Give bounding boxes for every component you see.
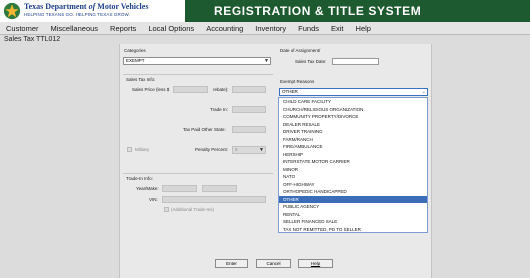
app-header: Texas Department of Motor Vehicles HELPI…	[0, 0, 530, 22]
exempt-reasons-label: Exempt Reasons	[280, 79, 315, 84]
chevron-down-icon: ⌄	[421, 89, 426, 95]
dropdown-option[interactable]: ORTHOPEDIC HANDICAPPED	[279, 188, 427, 196]
penalty-value: 0	[235, 147, 238, 152]
dropdown-option[interactable]: TAX NOT REMITTED, PD TO SELLER	[279, 226, 427, 234]
chevron-down-icon: ▼	[259, 147, 264, 153]
txdmv-logo: Texas Department of Motor Vehicles HELPI…	[0, 0, 186, 22]
dropdown-option[interactable]: HERSHIP	[279, 151, 427, 159]
menu-customer[interactable]: Customer	[0, 24, 45, 33]
screen-title: Sales Tax TTL012	[4, 36, 61, 43]
additional-trade-ins-label: (Additional Trade-Ins)	[171, 207, 215, 212]
menu-help[interactable]: Help	[350, 24, 377, 33]
categories-select[interactable]: EXEMPT ▼	[123, 57, 271, 65]
military-checkbox[interactable]	[127, 147, 132, 152]
sales-price-label: Sales Price (less $	[132, 87, 170, 92]
right-background	[432, 44, 530, 278]
date-assignment-label: Date of Assignment/	[280, 48, 321, 53]
trade-in-info-label: Trade-In Info:	[126, 176, 153, 181]
dropdown-option[interactable]: CHILD CARE FACILITY	[279, 98, 427, 106]
trade-in-make-input[interactable]	[202, 185, 237, 192]
rebates-label: rebate):	[213, 87, 229, 92]
trade-in-label: Trade In:	[210, 107, 228, 112]
menu-bar: Customer Miscellaneous Reports Local Opt…	[0, 22, 530, 35]
menu-inventory[interactable]: Inventory	[249, 24, 292, 33]
enter-button[interactable]: Enter	[215, 259, 248, 268]
dropdown-option[interactable]: FARM/RANCH	[279, 136, 427, 144]
dropdown-option[interactable]: OFF-HIGHWAY	[279, 181, 427, 189]
cancel-button[interactable]: Cancel	[256, 259, 291, 268]
exempt-reason-value: OTHER	[282, 89, 298, 94]
dropdown-option[interactable]: MINOR	[279, 166, 427, 174]
dropdown-option[interactable]: DEALER RESALE	[279, 121, 427, 129]
additional-trade-ins-checkbox[interactable]	[164, 207, 169, 212]
dropdown-option[interactable]: DRIVER TRAINING	[279, 128, 427, 136]
penalty-percent-label: Penalty Percent:	[195, 147, 229, 152]
year-make-label: Year/Make:	[136, 186, 159, 191]
vin-label: VIN:	[149, 197, 158, 202]
section-divider	[123, 74, 273, 75]
sales-tax-date-input[interactable]	[332, 58, 379, 65]
logo-tagline: HELPING TEXANS GO. HELPING TEXAS GROW.	[24, 12, 130, 17]
menu-reports[interactable]: Reports	[104, 24, 142, 33]
menu-exit[interactable]: Exit	[325, 24, 350, 33]
exempt-reasons-dropdown: CHILD CARE FACILITY CHURCH/RELIGIOUS ORG…	[278, 97, 428, 233]
dropdown-option[interactable]: NATO	[279, 173, 427, 181]
trade-in-vin-input[interactable]	[162, 196, 266, 203]
menu-funds[interactable]: Funds	[292, 24, 325, 33]
chevron-down-icon: ▼	[264, 58, 269, 64]
section-divider	[123, 173, 273, 174]
penalty-percent-select[interactable]: 0 ▼	[232, 146, 266, 154]
trade-in-year-input[interactable]	[162, 185, 197, 192]
menu-accounting[interactable]: Accounting	[200, 24, 249, 33]
logo-title: Texas Department of Motor Vehicles	[24, 2, 149, 11]
dropdown-option[interactable]: FIRE/AMBULANCE	[279, 143, 427, 151]
sales-tax-date-label: Sales Tax Date:	[295, 59, 327, 64]
menu-local-options[interactable]: Local Options	[142, 24, 200, 33]
texas-star-icon	[3, 2, 21, 20]
categories-value: EXEMPT	[126, 58, 145, 63]
dropdown-option[interactable]: COMMUNITY PROPERTY/DIVORCE	[279, 113, 427, 121]
dropdown-option[interactable]: INTERSTATE MOTOR CARRIER	[279, 158, 427, 166]
sales-tax-info-label: Sales Tax Info:	[126, 77, 156, 82]
menu-miscellaneous[interactable]: Miscellaneous	[45, 24, 105, 33]
exempt-reasons-select[interactable]: OTHER ⌄	[279, 88, 428, 96]
dropdown-option-selected[interactable]: OTHER	[279, 195, 427, 203]
military-label: Military	[135, 147, 150, 152]
categories-label: Categories	[124, 48, 146, 53]
help-button[interactable]: Help	[298, 259, 333, 268]
dropdown-option[interactable]: CHURCH/RELIGIOUS ORGANIZATION	[279, 106, 427, 114]
dropdown-option[interactable]: PUBLIC AGENCY	[279, 203, 427, 211]
tax-paid-other-state-input[interactable]	[232, 126, 266, 133]
trade-in-input[interactable]	[232, 106, 266, 113]
tax-paid-other-state-label: Tax Paid Other State:	[183, 127, 226, 132]
rebate-amount-input[interactable]	[173, 86, 208, 93]
system-title: REGISTRATION & TITLE SYSTEM	[214, 4, 422, 18]
sales-price-input[interactable]	[232, 86, 266, 93]
dropdown-option[interactable]: SELLER FINANCED SALE	[279, 218, 427, 226]
dropdown-option[interactable]: RENTAL	[279, 211, 427, 219]
